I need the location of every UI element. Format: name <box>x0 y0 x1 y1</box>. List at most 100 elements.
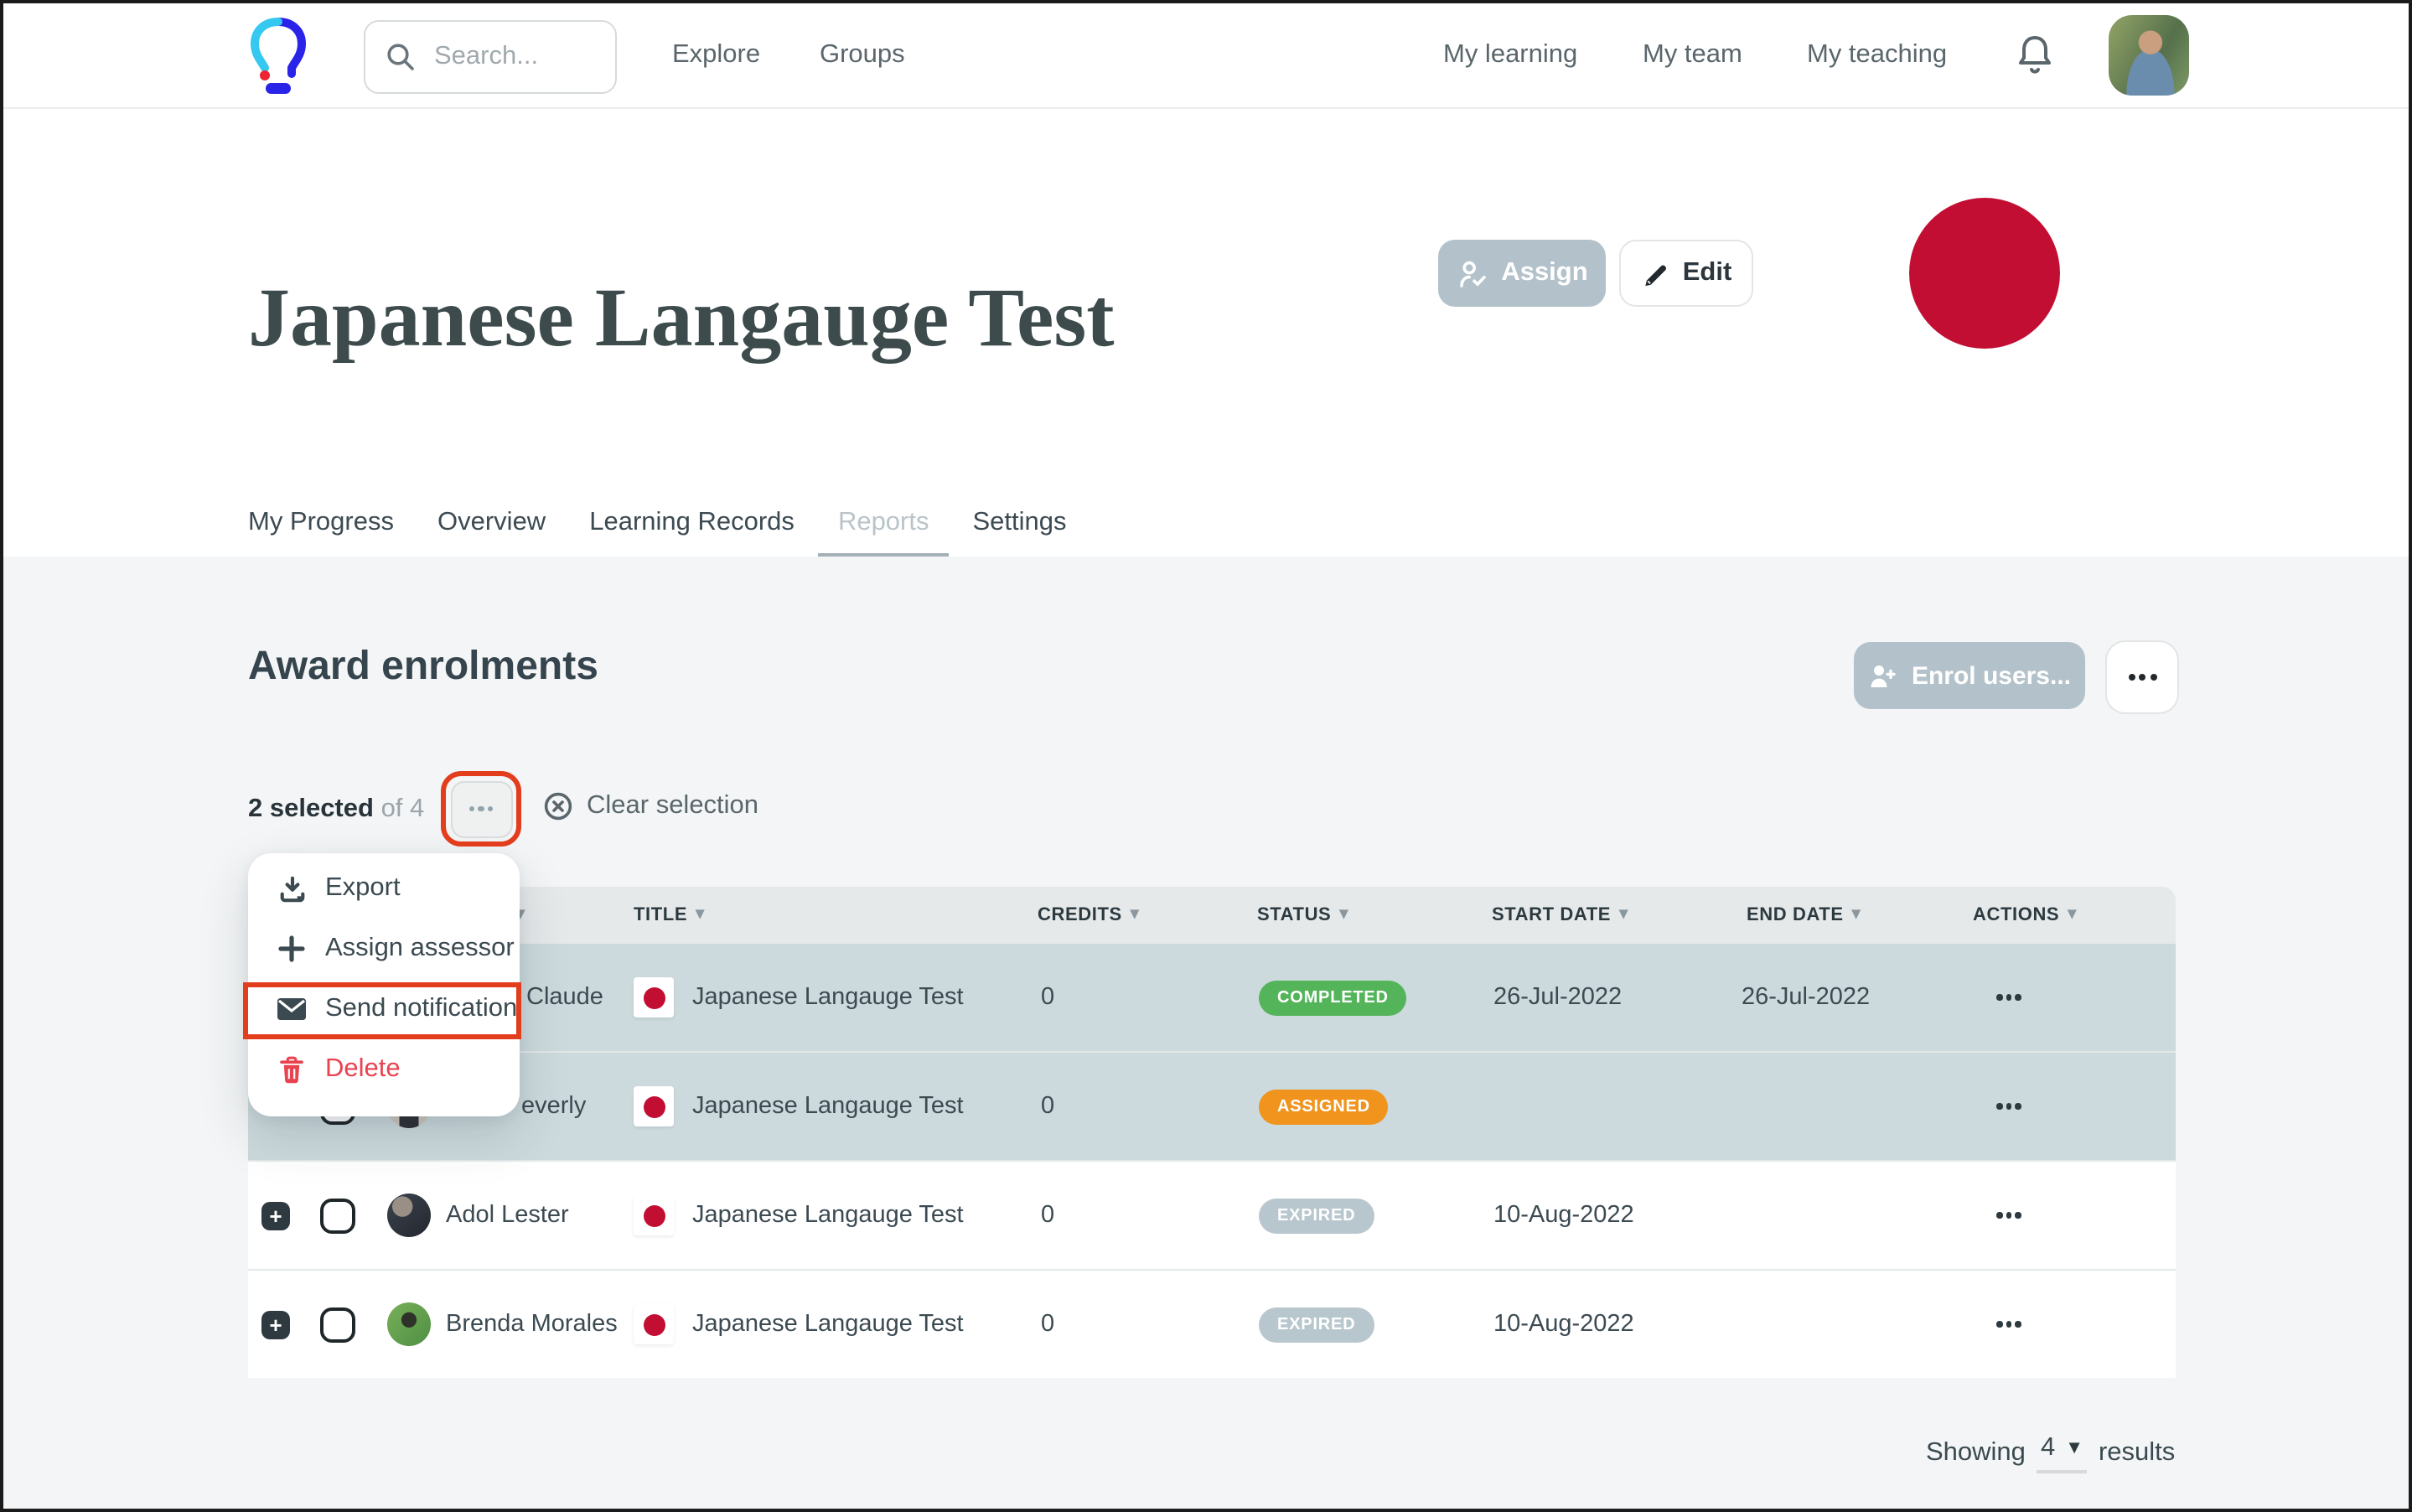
col-credits[interactable]: CREDITS▾ <box>1031 905 1242 925</box>
nav-link-my-teaching[interactable]: My teaching <box>1807 40 1947 70</box>
enrol-users-label: Enrol users... <box>1912 661 2071 690</box>
assign-button-label: Assign <box>1501 258 1587 288</box>
user-name: Brenda Morales <box>446 1311 618 1338</box>
row-actions-button[interactable] <box>1946 1213 2176 1219</box>
expand-row-button[interactable]: + <box>261 1310 290 1339</box>
sort-caret-icon: ▾ <box>1852 907 1861 924</box>
nav-link-explore[interactable]: Explore <box>672 40 760 70</box>
status-badge: EXPIRED <box>1259 1307 1374 1342</box>
annotation-highlight-send-notification <box>243 982 521 1039</box>
row-actions-button[interactable] <box>1946 1322 2176 1328</box>
ellipsis-icon <box>1996 1322 2021 1328</box>
credits-value: 0 <box>1031 1093 1242 1120</box>
tab-settings[interactable]: Settings <box>973 508 1067 538</box>
credits-value: 0 <box>1031 1202 1242 1229</box>
download-icon <box>277 874 307 903</box>
start-date: 26-Jul-2022 <box>1473 984 1721 1011</box>
enrolments-table: ▾ TITLE▾ CREDITS▾ STATUS▾ START DATE▾ EN… <box>248 887 2176 1378</box>
top-navbar: Explore Groups My learning My team My te… <box>3 3 2409 109</box>
table-header-row: ▾ TITLE▾ CREDITS▾ STATUS▾ START DATE▾ EN… <box>248 887 2176 944</box>
ellipsis-icon <box>1996 995 2021 1001</box>
ellipsis-icon <box>2128 674 2156 681</box>
tab-reports[interactable]: Reports <box>838 508 929 538</box>
person-plus-icon <box>1868 660 1898 691</box>
selection-count-total: of 4 <box>381 795 425 823</box>
table-row[interactable]: Claude Japanese Langauge Test 0 COMPLETE… <box>248 944 2176 1051</box>
menu-item-label: Assign assessor <box>325 934 515 964</box>
status-badge: ASSIGNED <box>1259 1089 1389 1124</box>
search-box <box>364 20 617 94</box>
bulk-actions-more-button[interactable] <box>450 780 512 837</box>
section-more-button[interactable] <box>2105 640 2179 714</box>
table-row[interactable]: everly Japanese Langauge Test 0 ASSIGNED <box>248 1051 2176 1160</box>
menu-item-label: Delete <box>325 1054 401 1085</box>
menu-item-delete[interactable]: Delete <box>248 1039 520 1100</box>
annotation-highlight-more-button <box>441 771 521 847</box>
sort-caret-icon: ▾ <box>2068 907 2077 924</box>
col-start-date[interactable]: START DATE▾ <box>1473 905 1721 925</box>
tab-learning-records[interactable]: Learning Records <box>589 508 795 538</box>
enrol-users-button[interactable]: Enrol users... <box>1854 642 2085 709</box>
search-icon <box>386 42 416 72</box>
user-avatar[interactable] <box>2109 15 2189 96</box>
sort-caret-icon: ▾ <box>1339 907 1348 924</box>
menu-item-export[interactable]: Export <box>248 858 520 919</box>
col-title[interactable]: TITLE▾ <box>630 905 1031 925</box>
notifications-bell-icon[interactable] <box>2015 34 2055 79</box>
clear-selection-button[interactable]: Clear selection <box>543 791 758 821</box>
app-window: Explore Groups My learning My team My te… <box>0 0 2412 1512</box>
avatar <box>387 1194 431 1237</box>
table-row[interactable]: + Adol Lester Japanese Langauge Test 0 E… <box>248 1160 2176 1269</box>
plus-icon <box>277 935 307 962</box>
pencil-icon <box>1641 259 1669 287</box>
japan-flag-icon <box>634 1195 674 1235</box>
results-footer: Showing 4 ▼ results <box>1926 1433 2175 1473</box>
japan-flag-icon <box>634 1304 674 1344</box>
page-title: Japanese Langauge Test <box>248 268 1115 365</box>
edit-button-label: Edit <box>1683 258 1732 288</box>
circle-x-icon <box>543 791 573 821</box>
status-badge: COMPLETED <box>1259 980 1407 1015</box>
reports-content: Award enrolments Enrol users... 2 select… <box>3 557 2409 1509</box>
row-actions-button[interactable] <box>1946 995 2176 1001</box>
col-actions[interactable]: ACTIONS▾ <box>1946 905 2176 925</box>
credits-value: 0 <box>1031 984 1242 1011</box>
page-header: Japanese Langauge Test Assign Edit My Pr… <box>3 107 2409 558</box>
sort-caret-icon: ▾ <box>696 907 705 924</box>
edit-button[interactable]: Edit <box>1619 240 1753 307</box>
tab-overview[interactable]: Overview <box>437 508 546 538</box>
nav-link-groups[interactable]: Groups <box>820 40 905 70</box>
menu-item-assign-assessor[interactable]: Assign assessor <box>248 919 520 979</box>
row-actions-button[interactable] <box>1946 1104 2176 1110</box>
end-date: 26-Jul-2022 <box>1721 984 1946 1011</box>
user-name: Adol Lester <box>446 1202 569 1229</box>
menu-item-label: Export <box>325 873 401 904</box>
start-date: 10-Aug-2022 <box>1473 1311 1721 1338</box>
assign-button[interactable]: Assign <box>1438 240 1606 307</box>
col-end-date[interactable]: END DATE▾ <box>1721 905 1946 925</box>
nav-link-my-team[interactable]: My team <box>1643 40 1742 70</box>
ellipsis-icon <box>468 806 493 811</box>
tab-my-progress[interactable]: My Progress <box>248 508 394 538</box>
sort-caret-icon: ▾ <box>1619 907 1628 924</box>
ellipsis-icon <box>1996 1104 2021 1110</box>
lightbulb-logo-icon[interactable] <box>250 15 307 96</box>
ellipsis-icon <box>1996 1213 2021 1219</box>
award-title: Japanese Langauge Test <box>692 984 964 1011</box>
person-check-icon <box>1456 257 1488 289</box>
results-count-value: 4 <box>2041 1433 2055 1463</box>
award-image-japan-flag <box>1909 198 2060 349</box>
search-input[interactable] <box>431 40 588 74</box>
table-row[interactable]: + Brenda Morales Japanese Langauge Test … <box>248 1269 2176 1378</box>
results-count-dropdown[interactable]: 4 ▼ <box>2037 1433 2087 1473</box>
japan-flag-icon <box>634 977 674 1017</box>
row-checkbox[interactable] <box>320 1307 355 1342</box>
nav-link-my-learning[interactable]: My learning <box>1443 40 1577 70</box>
row-checkbox[interactable] <box>320 1198 355 1233</box>
col-status[interactable]: STATUS▾ <box>1242 905 1473 925</box>
award-title: Japanese Langauge Test <box>692 1202 964 1229</box>
results-label: results <box>2099 1438 2175 1468</box>
section-heading: Award enrolments <box>248 644 598 691</box>
expand-row-button[interactable]: + <box>261 1201 290 1230</box>
chevron-down-icon: ▼ <box>2065 1439 2083 1458</box>
